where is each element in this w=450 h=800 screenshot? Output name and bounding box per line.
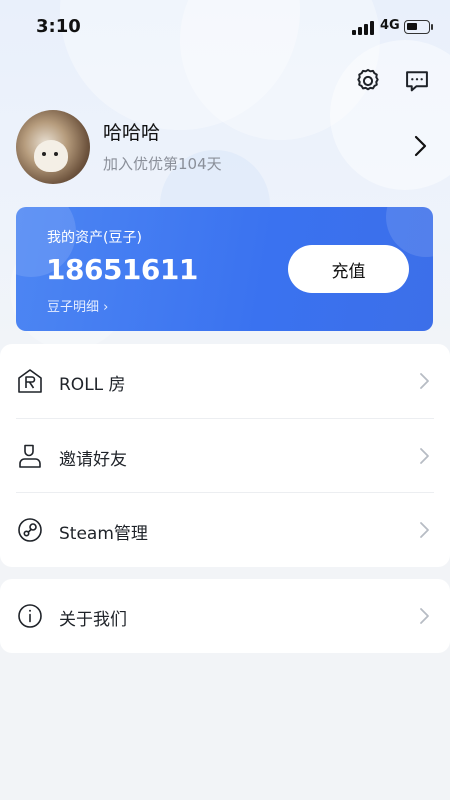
network-type: 4G	[380, 18, 400, 33]
status-time: 3:10	[36, 16, 81, 37]
message-icon	[406, 71, 428, 92]
chevron-right-icon	[420, 608, 429, 624]
profile-arrow-button[interactable]	[408, 132, 432, 160]
avatar-image	[34, 140, 68, 172]
recharge-button[interactable]: 充值	[288, 245, 409, 293]
menu-item-steam-management[interactable]: Steam管理	[0, 493, 450, 567]
menu-label: Steam管理	[59, 524, 148, 544]
asset-label: 我的资产(豆子)	[47, 230, 142, 246]
username: 哈哈哈	[103, 122, 161, 144]
battery-icon	[404, 20, 433, 34]
menu-label: 邀请好友	[59, 450, 127, 470]
info-icon	[18, 604, 42, 628]
gear-icon	[357, 68, 379, 91]
settings-button[interactable]	[353, 66, 383, 96]
message-button[interactable]	[402, 66, 432, 96]
chevron-right-icon	[420, 522, 429, 538]
roll-room-icon	[18, 369, 42, 393]
menu-label: 关于我们	[59, 610, 127, 630]
chevron-right-icon	[420, 373, 429, 389]
menu-label: ROLL 房	[59, 375, 126, 395]
asset-card: 我的资产(豆子) 18651611 豆子明细 › 充值	[16, 207, 433, 331]
avatar[interactable]	[16, 110, 90, 184]
menu-item-roll-room[interactable]: ROLL 房	[0, 344, 450, 418]
user-icon	[19, 444, 41, 468]
signal-icon	[352, 21, 374, 35]
steam-icon	[18, 518, 42, 542]
asset-value: 18651611	[46, 253, 198, 286]
chevron-right-icon	[414, 135, 427, 157]
menu-group-about: 关于我们	[0, 579, 450, 653]
chevron-right-icon	[420, 448, 429, 464]
menu-group-main: ROLL 房 邀请好友 Steam管理	[0, 344, 450, 567]
menu-item-about-us[interactable]: 关于我们	[0, 579, 450, 653]
status-bar: 3:10 4G	[0, 0, 450, 56]
menu-item-invite-friends[interactable]: 邀请好友	[0, 419, 450, 493]
bean-detail-link[interactable]: 豆子明细 ›	[47, 296, 108, 315]
join-days-text: 加入优优第104天	[103, 155, 222, 173]
